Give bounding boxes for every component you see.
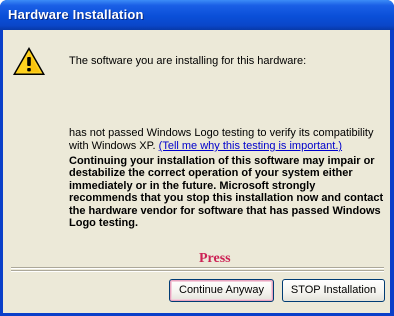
separator-line-lower [11, 270, 384, 272]
stop-installation-button[interactable]: STOP Installation [282, 279, 385, 302]
separator-line [11, 267, 384, 269]
intro-text: The software you are installing for this… [69, 55, 307, 67]
why-testing-link[interactable]: (Tell me why this testing is important.) [159, 140, 342, 152]
title-bar[interactable]: Hardware Installation [0, 0, 394, 30]
warning-icon [13, 47, 45, 75]
continue-anyway-button[interactable]: Continue Anyway [169, 279, 274, 302]
press-annotation: Press [199, 251, 231, 266]
warning-message: Continuing your installation of this sof… [69, 155, 384, 230]
window-title: Hardware Installation [8, 7, 144, 22]
dialog-body: The software you are installing for this… [3, 30, 390, 313]
hardware-installation-window: Hardware Installation The software you a… [0, 0, 394, 316]
logo-testing-text: has not passed Windows Logo testing to v… [69, 127, 385, 153]
